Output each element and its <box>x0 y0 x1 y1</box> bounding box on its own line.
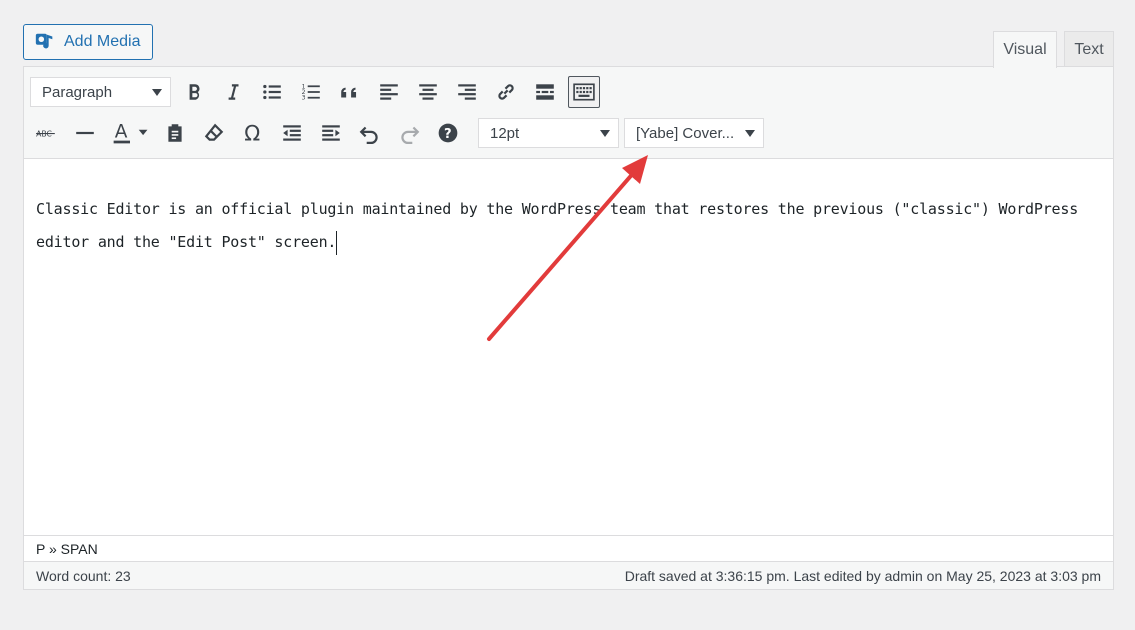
chevron-down-icon <box>600 130 610 137</box>
editor: Paragraph 123 ABC A Ω ? 12pt [Yabe] Cove… <box>23 66 1114 590</box>
decrease-indent-button[interactable] <box>276 117 308 149</box>
redo-button[interactable] <box>393 117 425 149</box>
clipboard-icon <box>168 124 182 142</box>
svg-text:?: ? <box>444 127 452 142</box>
numbered-list-icon: 123 <box>302 84 320 102</box>
link-icon <box>498 84 514 100</box>
undo-button[interactable] <box>354 117 386 149</box>
help-icon: ? <box>438 123 458 143</box>
align-right-button[interactable] <box>451 76 483 108</box>
svg-text:Ω: Ω <box>244 122 260 144</box>
eraser-icon <box>204 123 224 141</box>
redo-icon <box>401 126 420 144</box>
format-select-value: Paragraph <box>42 83 113 101</box>
horizontal-line-icon <box>76 131 94 135</box>
text-color-button[interactable]: A <box>108 117 152 149</box>
svg-text:3: 3 <box>302 95 306 102</box>
element-path-label: P » SPAN <box>36 540 98 557</box>
align-center-icon <box>419 84 437 100</box>
read-more-icon <box>536 84 554 100</box>
media-icon <box>35 33 53 49</box>
undo-icon <box>359 126 378 144</box>
italic-button[interactable] <box>217 76 249 108</box>
paste-as-text-button[interactable] <box>159 117 191 149</box>
keyboard-shortcuts-button[interactable]: ? <box>432 117 464 149</box>
indent-icon <box>322 125 340 141</box>
strikethrough-button[interactable]: ABC <box>30 117 62 149</box>
align-right-icon <box>458 84 476 100</box>
bold-icon <box>189 84 200 100</box>
keyboard-icon <box>573 83 595 101</box>
word-count: Word count: 23 <box>36 567 131 584</box>
font-size-select-value: 12pt <box>490 124 520 142</box>
increase-indent-button[interactable] <box>315 117 347 149</box>
chevron-down-icon <box>745 130 755 137</box>
editor-content[interactable]: Classic Editor is an official plugin mai… <box>36 193 1102 259</box>
clear-formatting-button[interactable] <box>198 117 230 149</box>
italic-icon <box>228 84 239 100</box>
chevron-down-icon <box>152 89 162 96</box>
autosave-status: Draft saved at 3:36:15 pm. Last edited b… <box>624 567 1101 584</box>
outdent-icon <box>283 125 301 141</box>
numbered-list-button[interactable]: 123 <box>295 76 327 108</box>
align-left-button[interactable] <box>373 76 405 108</box>
align-left-icon <box>380 84 398 100</box>
tab-text[interactable]: Text <box>1064 31 1114 67</box>
omega-icon: Ω <box>244 122 260 144</box>
bold-button[interactable] <box>178 76 210 108</box>
content-text: Classic Editor is an official plugin mai… <box>36 200 1079 251</box>
font-size-select[interactable]: 12pt <box>478 118 619 148</box>
special-character-button[interactable]: Ω <box>237 117 269 149</box>
read-more-button[interactable] <box>529 76 561 108</box>
text-cursor <box>336 230 338 255</box>
tab-visual[interactable]: Visual <box>993 31 1057 68</box>
element-path: P » SPAN <box>24 535 1113 561</box>
add-media-button[interactable]: Add Media <box>23 24 153 60</box>
toolbar-row-2: ABC A Ω ? 12pt [Yabe] Cover... <box>30 117 764 149</box>
toolbar-toggle-button[interactable] <box>568 76 600 108</box>
horizontal-line-button[interactable] <box>69 117 101 149</box>
font-family-select-value: [Yabe] Cover... <box>636 124 735 142</box>
editor-toolbar: Paragraph 123 ABC A Ω ? 12pt [Yabe] Cove… <box>24 67 1113 159</box>
insert-link-button[interactable] <box>490 76 522 108</box>
bullet-list-icon <box>263 84 281 100</box>
blockquote-button[interactable] <box>334 76 366 108</box>
format-select[interactable]: Paragraph <box>30 77 171 107</box>
add-media-label: Add Media <box>64 33 141 50</box>
toolbar-row-1: Paragraph 123 <box>30 76 600 108</box>
strikethrough-icon: ABC <box>36 129 55 138</box>
align-center-button[interactable] <box>412 76 444 108</box>
font-family-select[interactable]: [Yabe] Cover... <box>624 118 764 148</box>
bulleted-list-button[interactable] <box>256 76 288 108</box>
status-bar: Word count: 23 Draft saved at 3:36:15 pm… <box>24 561 1113 589</box>
svg-text:A: A <box>115 121 128 142</box>
quote-icon <box>341 87 357 98</box>
text-color-icon: A <box>113 121 148 144</box>
